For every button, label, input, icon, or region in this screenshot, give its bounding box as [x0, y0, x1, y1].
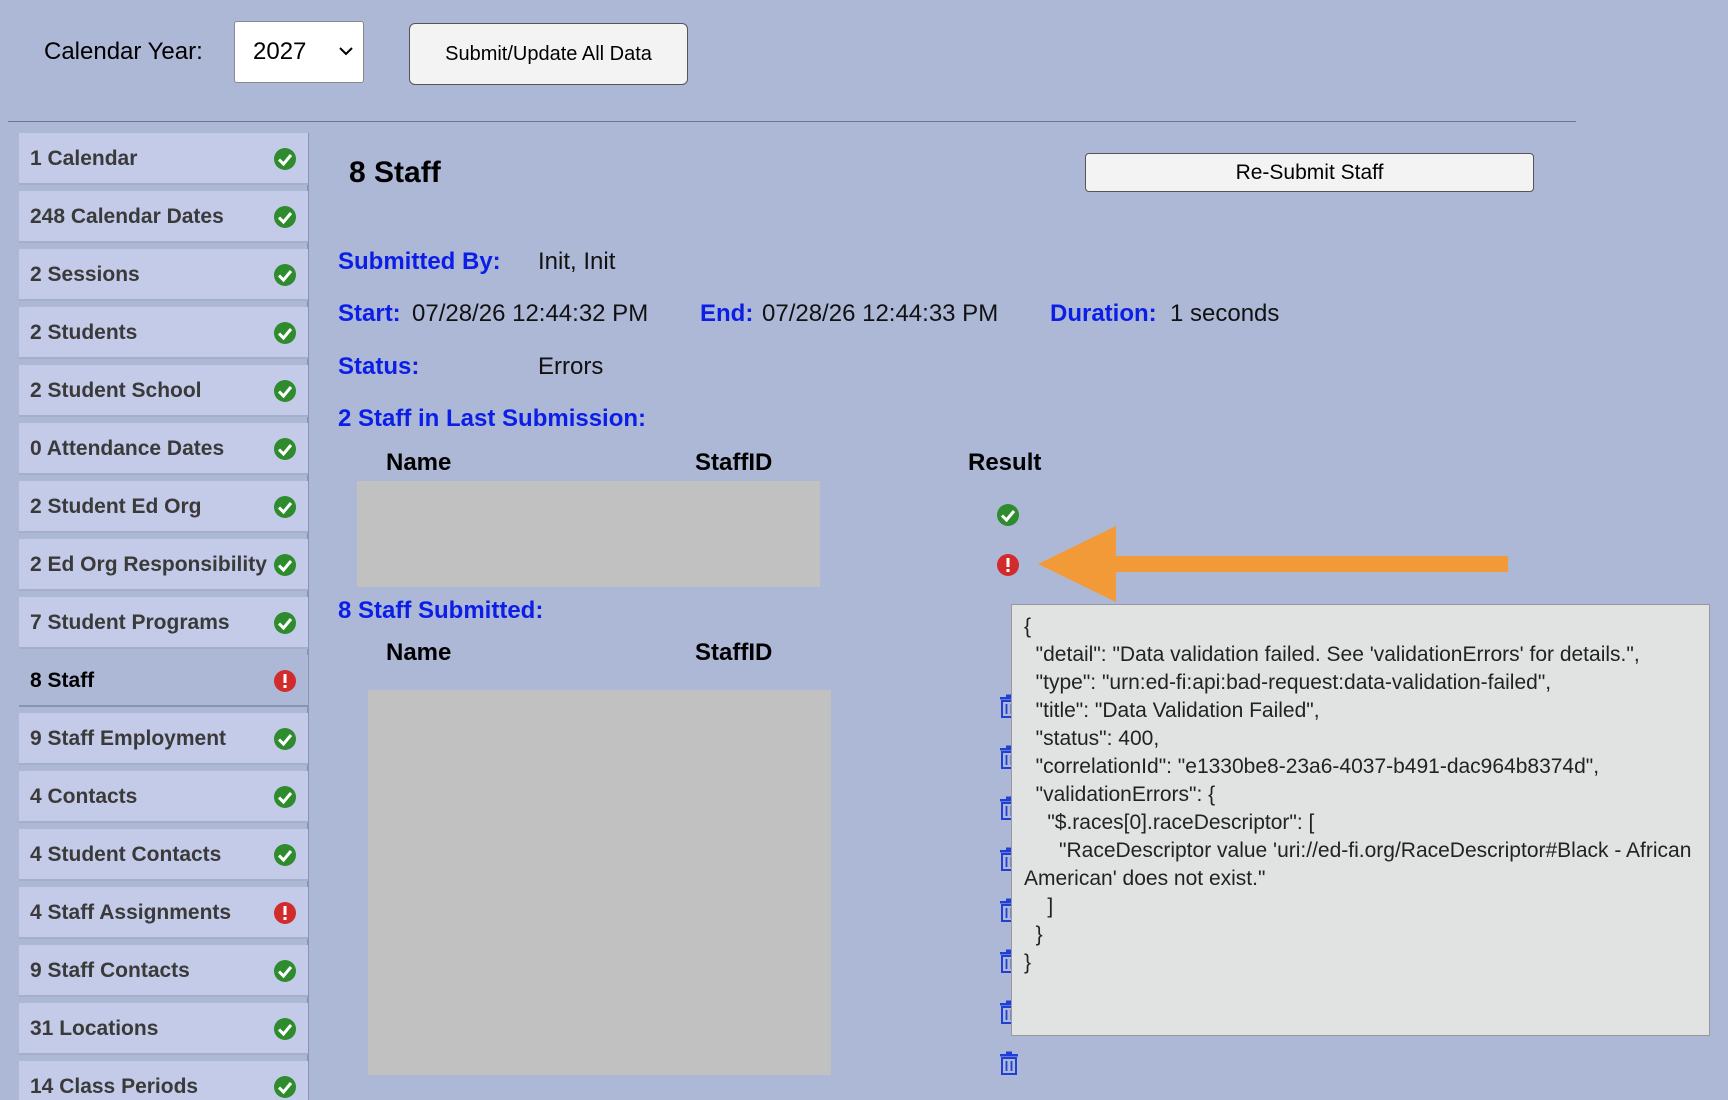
sidebar-item-label: 4 Staff Assignments — [30, 901, 232, 924]
duration-value: 1 seconds — [1170, 300, 1280, 327]
submitted-by-label: Submitted By: — [338, 248, 501, 275]
sidebar-item-label: 2 Student Ed Org — [30, 495, 202, 518]
success-check-icon — [274, 380, 296, 402]
error-alert-icon — [274, 902, 296, 924]
success-check-icon — [274, 264, 296, 286]
success-check-icon — [274, 496, 296, 518]
success-check-icon — [274, 148, 296, 170]
success-check-icon — [274, 438, 296, 460]
sidebar-item[interactable]: 14 Class Periods — [19, 1061, 308, 1100]
sidebar-item-label: 7 Student Programs — [30, 611, 230, 634]
column-header-staffid-2: StaffID — [695, 639, 773, 666]
success-check-icon — [274, 322, 296, 344]
submit-update-all-button[interactable]: Submit/Update All Data — [409, 23, 688, 85]
success-check-icon — [274, 1076, 296, 1098]
sidebar-item[interactable]: 7 Student Programs — [19, 597, 308, 649]
success-check-icon — [274, 1018, 296, 1040]
success-check-icon — [274, 960, 296, 982]
divider — [8, 121, 1576, 122]
success-check-icon — [274, 844, 296, 866]
sidebar-item[interactable]: 9 Staff Employment — [19, 713, 308, 765]
redacted-rows — [368, 690, 831, 1075]
sidebar-item-label: 0 Attendance Dates — [30, 437, 225, 460]
column-header-name-2: Name — [386, 639, 452, 666]
sidebar-item[interactable]: 0 Attendance Dates — [19, 423, 308, 475]
success-check-icon — [274, 554, 296, 576]
success-check-icon — [997, 504, 1019, 526]
success-check-icon — [274, 612, 296, 634]
end-label: End: — [700, 300, 754, 327]
resubmit-staff-button[interactable]: Re-Submit Staff — [1085, 153, 1534, 192]
start-value: 07/28/26 12:44:32 PM — [412, 300, 649, 327]
sidebar-item-label: 8 Staff — [30, 669, 95, 692]
sidebar-item[interactable]: 4 Staff Assignments — [19, 887, 308, 939]
success-check-icon — [274, 728, 296, 750]
error-alert-icon — [274, 670, 296, 692]
calendar-year-label: Calendar Year: — [44, 38, 203, 65]
sidebar: 1 Calendar 248 Calendar Dates 2 Sessions 2 … — [19, 133, 309, 1100]
column-header-name: Name — [386, 449, 452, 476]
error-detail-tooltip: { "detail": "Data validation failed. See… — [1011, 604, 1710, 1036]
start-label: Start: — [338, 300, 401, 327]
trash-icon[interactable] — [998, 1051, 1020, 1075]
sidebar-item-label: 9 Staff Contacts — [30, 959, 190, 982]
column-header-staffid: StaffID — [695, 449, 773, 476]
status-label: Status: — [338, 353, 420, 380]
redacted-rows — [357, 481, 820, 587]
page-title: 8 Staff — [349, 156, 441, 189]
sidebar-item-label: 2 Students — [30, 321, 138, 344]
status-value: Errors — [538, 353, 604, 380]
duration-label: Duration: — [1050, 300, 1157, 327]
sidebar-item[interactable]: 4 Contacts — [19, 771, 308, 823]
sidebar-item[interactable]: 2 Students — [19, 307, 308, 359]
sidebar-item[interactable]: 2 Student Ed Org — [19, 481, 308, 533]
sidebar-item-label: 2 Sessions — [30, 263, 140, 286]
sidebar-item[interactable]: 248 Calendar Dates — [19, 191, 308, 243]
submitted-heading: 8 Staff Submitted: — [338, 597, 544, 624]
sidebar-item-label: 31 Locations — [30, 1017, 159, 1040]
sidebar-item-label: 1 Calendar — [30, 147, 138, 170]
sidebar-item-label: 4 Contacts — [30, 785, 138, 808]
sidebar-item[interactable]: 1 Calendar — [19, 133, 308, 185]
sidebar-item-label: 4 Student Contacts — [30, 843, 222, 866]
calendar-year-select[interactable]: 2027 — [234, 21, 364, 83]
success-check-icon — [274, 206, 296, 228]
sidebar-item-label: 2 Ed Org Responsibility — [30, 553, 267, 576]
success-check-icon — [274, 786, 296, 808]
sidebar-item[interactable]: 9 Staff Contacts — [19, 945, 308, 997]
top-bar: Calendar Year: 2027 Submit/Update All Da… — [0, 0, 1728, 122]
last-submission-heading: 2 Staff in Last Submission: — [338, 405, 647, 432]
error-alert-icon[interactable] — [996, 553, 1020, 577]
sidebar-item-label: 2 Student School — [30, 379, 202, 402]
sidebar-item[interactable]: 2 Sessions — [19, 249, 308, 301]
sidebar-item[interactable]: 2 Student School — [19, 365, 308, 417]
submitted-by-value: Init, Init — [538, 248, 616, 275]
sidebar-item[interactable]: 8 Staff — [19, 655, 308, 707]
annotation-arrow — [1038, 526, 1508, 602]
calendar-year-value: 2027 — [253, 38, 307, 65]
sidebar-item[interactable]: 4 Student Contacts — [19, 829, 308, 881]
sidebar-item[interactable]: 31 Locations — [19, 1003, 308, 1055]
sidebar-item-label: 9 Staff Employment — [30, 727, 227, 750]
column-header-result: Result — [968, 449, 1042, 476]
chevron-down-icon — [339, 47, 353, 56]
sidebar-item-label: 14 Class Periods — [30, 1075, 199, 1098]
sidebar-item[interactable]: 2 Ed Org Responsibility — [19, 539, 308, 591]
sidebar-item-label: 248 Calendar Dates — [30, 205, 224, 228]
end-value: 07/28/26 12:44:33 PM — [762, 300, 999, 327]
